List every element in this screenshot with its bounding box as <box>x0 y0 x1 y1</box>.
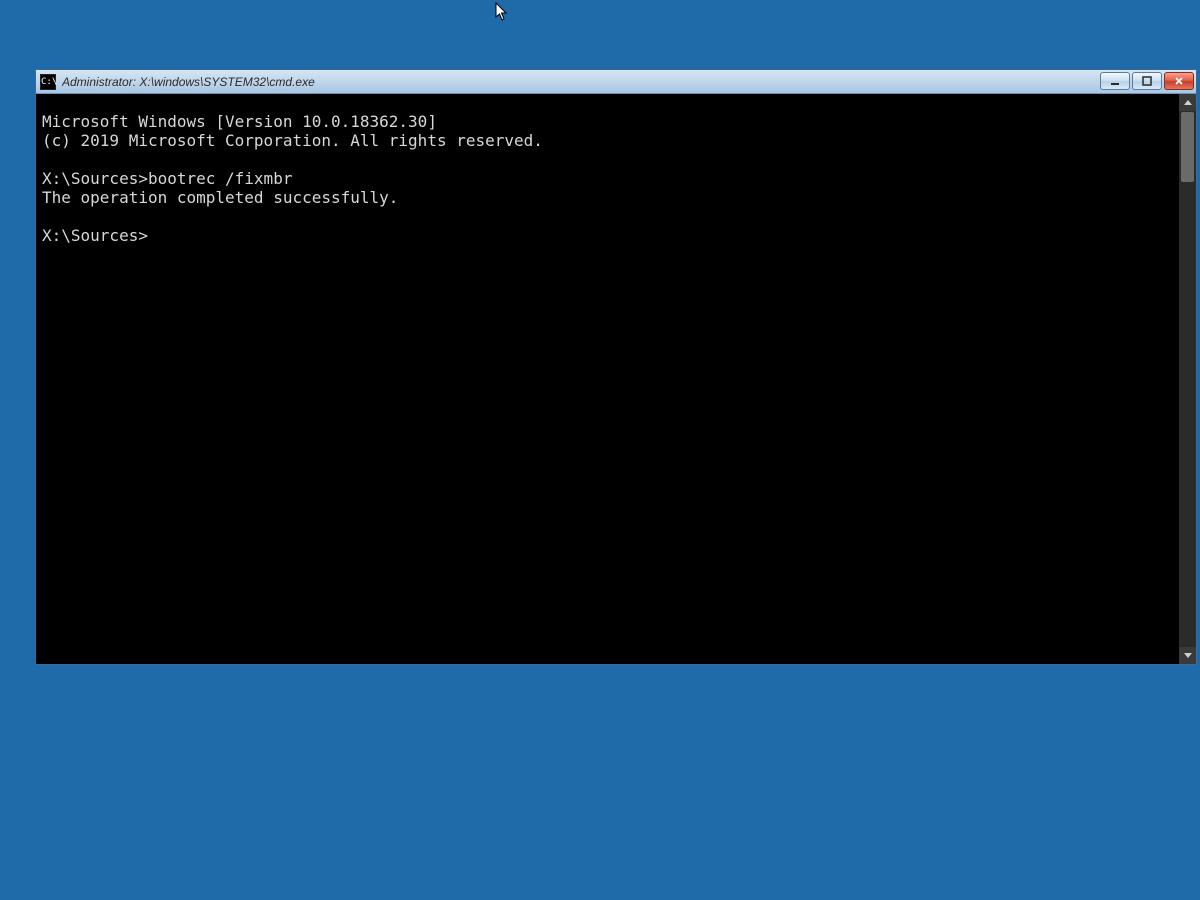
vertical-scrollbar[interactable] <box>1178 94 1196 664</box>
terminal-output[interactable]: Microsoft Windows [Version 10.0.18362.30… <box>36 110 1178 648</box>
window-controls <box>1100 72 1194 90</box>
client-area: Microsoft Windows [Version 10.0.18362.30… <box>36 94 1196 664</box>
minimize-button[interactable] <box>1100 72 1130 90</box>
scroll-down-button[interactable] <box>1179 647 1196 664</box>
cmd-app-icon: C:\ <box>40 74 56 90</box>
close-button[interactable] <box>1164 72 1194 90</box>
desktop: C:\ Administrator: X:\windows\SYSTEM32\c… <box>0 0 1200 900</box>
maximize-button[interactable] <box>1132 72 1162 90</box>
scroll-up-button[interactable] <box>1179 94 1196 111</box>
chevron-down-icon <box>1184 653 1192 658</box>
titlebar[interactable]: C:\ Administrator: X:\windows\SYSTEM32\c… <box>36 70 1196 94</box>
mouse-cursor-icon <box>495 2 509 22</box>
scroll-thumb[interactable] <box>1181 112 1194 182</box>
cmd-window: C:\ Administrator: X:\windows\SYSTEM32\c… <box>35 69 1197 665</box>
window-title: Administrator: X:\windows\SYSTEM32\cmd.e… <box>62 75 315 89</box>
chevron-up-icon <box>1184 100 1192 105</box>
